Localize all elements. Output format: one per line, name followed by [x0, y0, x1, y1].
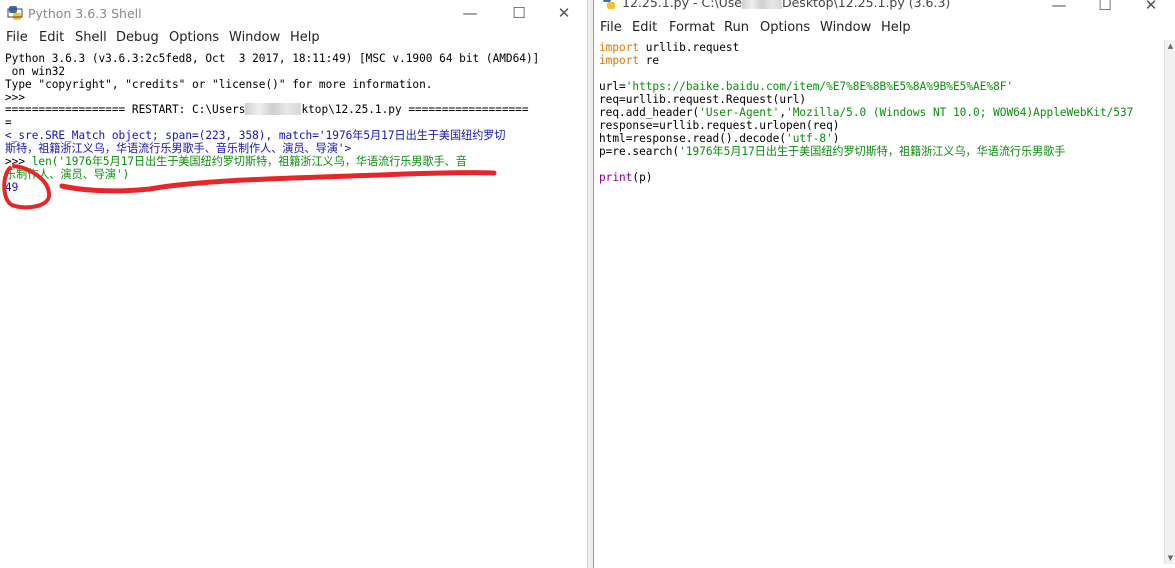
maximize-icon[interactable]: ☐: [496, 0, 542, 28]
redacted-path: [245, 103, 302, 115]
menu-format[interactable]: Format: [669, 20, 715, 35]
shell-banner-line: Type "copyright", "credits" or "license(…: [5, 78, 433, 91]
menu-shell[interactable]: Shell: [75, 30, 107, 45]
shell-input-line: 乐制作人、演员、导演'): [5, 168, 130, 181]
redacted-path: [741, 0, 782, 9]
shell-restart-line: ================== RESTART: C:\Users ktop…: [5, 103, 529, 116]
shell-menubar: File Edit Shell Debug Options Window Hel…: [0, 28, 587, 48]
shell-title: Python 3.6.3 Shell: [28, 6, 142, 21]
code-line: req=urllib.request.Request(url): [599, 93, 807, 106]
shell-banner-line: on win32: [5, 65, 66, 78]
scroll-down-icon[interactable]: ▼: [1165, 552, 1175, 564]
menu-file[interactable]: File: [600, 20, 622, 35]
editor-titlebar[interactable]: 12.25.1.py - C:\Use Desktop\12.25.1.py (3…: [594, 0, 1175, 18]
menu-options[interactable]: Options: [760, 20, 810, 35]
shell-input-line: >>> len('1976年5月17日出生于美国纽约罗切斯特，祖籍浙江义乌，华语…: [5, 155, 467, 168]
close-icon[interactable]: ✕: [1128, 0, 1174, 20]
shell-banner-line: Python 3.6.3 (v3.6.3:2c5fed8, Oct 3 2017…: [5, 52, 540, 65]
code-line: req.add_header('User-Agent','Mozilla/5.0…: [599, 106, 1134, 119]
editor-menubar: File Edit Format Run Options Window Help: [594, 18, 1175, 38]
close-icon[interactable]: ✕: [541, 0, 587, 28]
menu-help[interactable]: Help: [881, 20, 911, 35]
menu-window[interactable]: Window: [229, 30, 280, 45]
maximize-icon[interactable]: ☐: [1082, 0, 1128, 20]
menu-window[interactable]: Window: [820, 20, 871, 35]
code-line: print(p): [599, 171, 653, 184]
code-line: p=re.search('1976年5月17日出生于美国纽约罗切斯特，祖籍浙江义…: [599, 145, 1066, 158]
menu-edit[interactable]: Edit: [632, 20, 657, 35]
shell-output-line: 斯特，祖籍浙江义乌，华语流行乐男歌手、音乐制作人、演员、导演'>: [5, 142, 352, 155]
menu-options[interactable]: Options: [169, 30, 219, 45]
shell-output-line: <_sre.SRE_Match object; span=(223, 358),…: [5, 129, 506, 142]
menu-file[interactable]: File: [6, 30, 28, 45]
shell-result-line: 49: [5, 181, 19, 194]
code-line: import urllib.request: [599, 41, 740, 54]
python-file-icon: [603, 0, 615, 9]
editor-vertical-scrollbar[interactable]: ▲ ▼: [1164, 40, 1175, 564]
menu-help[interactable]: Help: [290, 30, 320, 45]
code-line: response=urllib.request.urlopen(req): [599, 119, 840, 132]
editor-title: 12.25.1.py - C:\Use Desktop\12.25.1.py (3…: [622, 0, 950, 10]
shell-titlebar[interactable]: Python 3.6.3 Shell — ☐ ✕: [0, 0, 587, 28]
minimize-icon[interactable]: —: [1036, 0, 1082, 20]
python-shell-window: Python 3.6.3 Shell — ☐ ✕ File Edit Shell…: [0, 0, 587, 568]
menu-debug[interactable]: Debug: [116, 30, 159, 45]
python-logo-icon: [7, 6, 23, 20]
scroll-up-icon[interactable]: ▲: [1165, 40, 1175, 52]
menu-run[interactable]: Run: [724, 20, 749, 35]
minimize-icon[interactable]: —: [447, 0, 493, 28]
menu-edit[interactable]: Edit: [39, 30, 64, 45]
editor-window: 12.25.1.py - C:\Use Desktop\12.25.1.py (3…: [593, 0, 1175, 568]
code-line: import re: [599, 54, 660, 67]
code-line: url='https://baike.baidu.com/item/%E7%8E…: [599, 80, 1014, 93]
shell-restart-line: =: [5, 116, 12, 129]
code-line: html=response.read().decode('utf-8'): [599, 132, 840, 145]
